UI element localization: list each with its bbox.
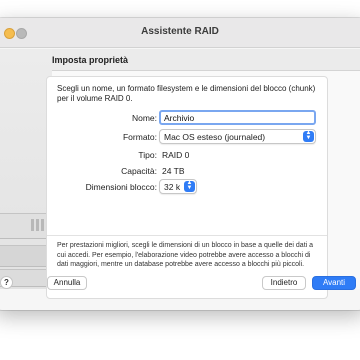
type-row: Tipo: RAID 0: [47, 147, 327, 163]
window-title: Assistente RAID: [141, 26, 219, 37]
capacity-value: 24 TB: [162, 166, 185, 176]
raid-assistant-window: Assistente RAID Imposta proprietà Scegli…: [0, 18, 360, 310]
help-button[interactable]: ?: [0, 276, 13, 289]
block-size-select[interactable]: 32 k ▲ ▼: [159, 179, 197, 194]
block-size-row: Dimensioni blocco: 32 k ▲ ▼: [47, 179, 327, 195]
type-value: RAID 0: [162, 150, 190, 160]
drive-illustration: [0, 213, 48, 239]
properties-panel: Scegli un nome, un formato filesystem e …: [46, 76, 328, 299]
drive-slot: [41, 219, 44, 231]
format-value: Mac OS esteso (journaled): [164, 132, 266, 142]
drive-slot: [31, 219, 34, 231]
drive-slot: [36, 219, 39, 231]
section-title: Imposta proprietà: [52, 49, 360, 71]
format-label: Formato:: [122, 132, 157, 142]
drive-illustration: [0, 245, 48, 267]
divider: [47, 235, 327, 236]
capacity-row: Capacità: 24 TB: [47, 163, 327, 179]
format-select[interactable]: Mac OS esteso (journaled) ▲ ▼: [159, 129, 316, 144]
block-size-label: Dimensioni blocco:: [85, 182, 157, 192]
type-label: Tipo:: [138, 150, 157, 160]
intro-text: Scegli un nome, un formato filesystem e …: [57, 84, 316, 103]
cancel-button[interactable]: Annulla: [47, 276, 87, 290]
back-button[interactable]: Indietro: [262, 276, 306, 290]
name-label: Nome:: [131, 113, 157, 123]
next-button[interactable]: Avanti: [312, 276, 356, 290]
sidebar-illustration: [0, 49, 52, 289]
name-row: Nome:: [47, 110, 327, 126]
format-row: Formato: Mac OS esteso (journaled) ▲ ▼: [47, 129, 327, 145]
chevron-up-down-icon: ▲ ▼: [184, 180, 195, 192]
block-size-note: Per prestazioni migliori, scegli le dime…: [57, 242, 314, 268]
name-input[interactable]: [159, 110, 316, 125]
capacity-label: Capacità:: [121, 166, 157, 176]
title-bar: Assistente RAID: [0, 18, 360, 48]
chevron-up-down-icon: ▲ ▼: [303, 130, 314, 142]
block-size-value: 32 k: [164, 182, 181, 192]
content-area: Imposta proprietà Scegli un nome, un for…: [46, 49, 360, 299]
